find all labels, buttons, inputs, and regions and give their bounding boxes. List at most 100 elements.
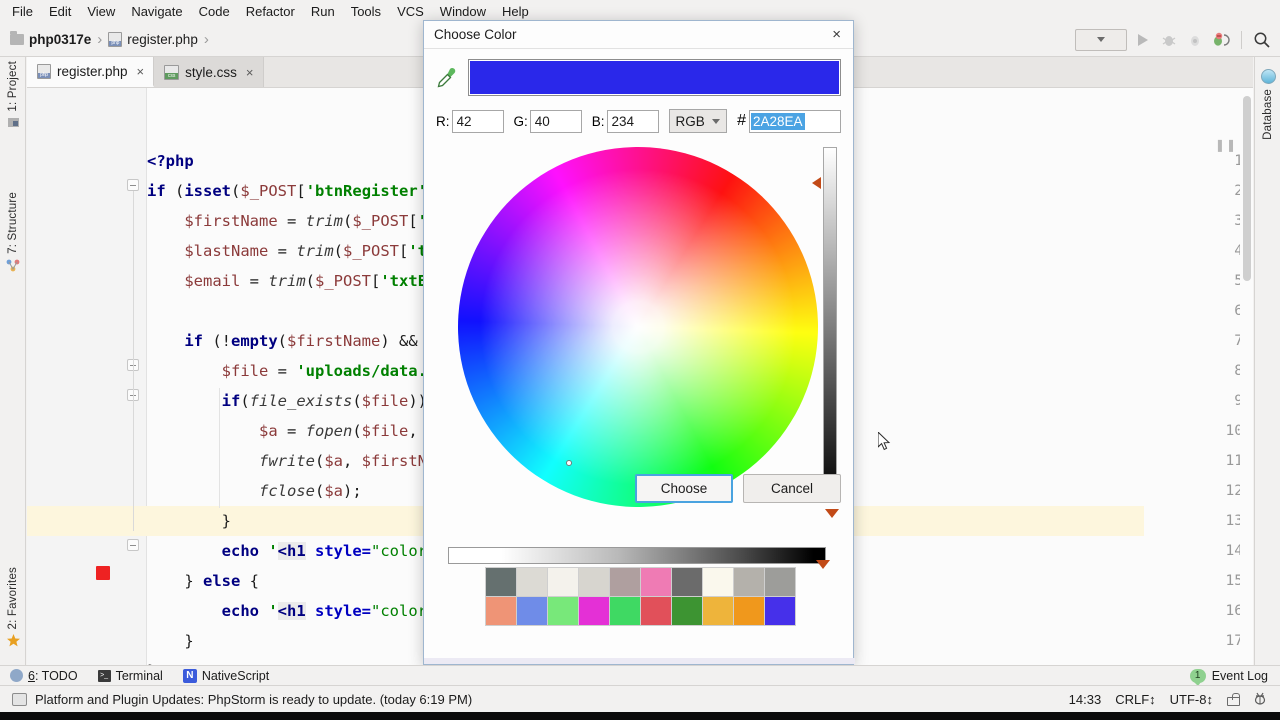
tool-window-todo-label: : TODO xyxy=(34,668,78,683)
status-line-separator[interactable]: CRLF↕ xyxy=(1115,692,1155,707)
color-swatch[interactable] xyxy=(703,568,733,596)
editor-vertical-scrollbar[interactable] xyxy=(1240,88,1253,665)
menu-item-refactor[interactable]: Refactor xyxy=(238,2,303,21)
brightness-slider-knob[interactable] xyxy=(812,177,821,189)
menu-item-code[interactable]: Code xyxy=(191,2,238,21)
menu-item-window[interactable]: Window xyxy=(432,2,494,21)
menu-item-vcs[interactable]: VCS xyxy=(389,2,432,21)
breadcrumb-separator-2: › xyxy=(203,31,209,48)
color-swatch[interactable] xyxy=(517,568,547,596)
red-input[interactable] xyxy=(451,109,504,133)
status-encoding[interactable]: UTF-8↕ xyxy=(1170,692,1213,707)
coverage-icon[interactable] xyxy=(1185,30,1205,50)
menu-item-navigate[interactable]: Navigate xyxy=(123,2,190,21)
color-swatch[interactable] xyxy=(486,568,516,596)
opacity-strip-knob[interactable] xyxy=(816,560,830,569)
menu-item-help[interactable]: Help xyxy=(494,2,537,21)
status-message[interactable]: Platform and Plugin Updates: PhpStorm is… xyxy=(35,692,472,707)
code-line-13: } xyxy=(147,512,231,530)
blue-input[interactable] xyxy=(606,109,659,133)
fold-marker[interactable] xyxy=(127,539,139,551)
color-swatch[interactable] xyxy=(610,568,640,596)
close-icon[interactable]: × xyxy=(246,65,254,80)
eyedropper-icon[interactable] xyxy=(436,66,458,90)
fold-marker[interactable] xyxy=(127,179,139,191)
fold-guide xyxy=(132,191,134,531)
color-wheel-zone[interactable] xyxy=(389,78,887,576)
scrollbar-thumb[interactable] xyxy=(1243,96,1251,281)
color-swatch[interactable] xyxy=(641,597,671,625)
sidebar-item-project[interactable]: 1: Project xyxy=(0,61,26,132)
editor-tab-label: style.css xyxy=(185,64,237,80)
profile-icon[interactable] xyxy=(1211,30,1231,50)
hex-input[interactable]: 2A28EA xyxy=(749,109,841,133)
color-swatch[interactable] xyxy=(610,597,640,625)
search-icon[interactable] xyxy=(1252,30,1272,50)
close-icon[interactable]: × xyxy=(137,64,145,79)
color-swatch[interactable] xyxy=(548,597,578,625)
menu-item-edit[interactable]: Edit xyxy=(41,2,79,21)
code-line-1: <?php xyxy=(147,152,194,170)
brightness-slider[interactable] xyxy=(823,147,837,502)
red-field[interactable]: R: xyxy=(436,109,504,133)
run-configuration-selector[interactable] xyxy=(1075,28,1127,51)
star-icon xyxy=(6,633,21,651)
color-wheel-marker[interactable] xyxy=(566,460,572,466)
menu-item-run[interactable]: Run xyxy=(303,2,343,21)
breadcrumb-file[interactable]: php register.php xyxy=(108,32,198,47)
color-swatch[interactable] xyxy=(548,568,578,596)
color-swatch[interactable] xyxy=(672,568,702,596)
code-line-12: fclose($a); xyxy=(258,482,362,500)
choose-button[interactable]: Choose xyxy=(635,474,733,503)
editor-tab-register-php[interactable]: php register.php × xyxy=(27,57,155,87)
hex-field[interactable]: # 2A28EA xyxy=(737,109,841,133)
green-label: G: xyxy=(513,113,528,129)
menu-item-tools[interactable]: Tools xyxy=(343,2,389,21)
color-swatch[interactable] xyxy=(641,568,671,596)
event-log-button[interactable]: 1 Event Log xyxy=(1189,668,1280,686)
blue-field[interactable]: B: xyxy=(592,109,659,133)
color-swatch[interactable] xyxy=(579,568,609,596)
code-line-9: if(file_exists($file)) { xyxy=(221,392,446,410)
tool-window-nativescript[interactable]: N NativeScript xyxy=(173,668,279,683)
color-mode-select[interactable]: RGB xyxy=(668,109,728,133)
menu-item-view[interactable]: View xyxy=(79,2,123,21)
color-swatch[interactable] xyxy=(517,597,547,625)
green-field[interactable]: G: xyxy=(513,109,582,133)
color-swatch[interactable] xyxy=(672,597,702,625)
debug-icon[interactable] xyxy=(1159,30,1179,50)
color-swatch[interactable] xyxy=(486,597,516,625)
run-icon[interactable] xyxy=(1133,30,1153,50)
tool-window-todo[interactable]: 6: TODO xyxy=(0,669,88,683)
lock-icon[interactable] xyxy=(1227,692,1240,706)
structure-icon xyxy=(6,258,20,275)
close-icon[interactable]: × xyxy=(828,26,845,43)
sidebar-item-favorites[interactable]: 2: Favorites xyxy=(0,567,26,651)
breakpoint-marker[interactable] xyxy=(96,566,110,580)
event-log-badge: 1 xyxy=(1189,668,1206,686)
choose-color-dialog[interactable]: Choose Color × R: G: xyxy=(389,20,887,665)
inspector-icon[interactable] xyxy=(1252,690,1268,709)
editor-tab-style-css[interactable]: css style.css × xyxy=(154,57,264,87)
breadcrumb: php0317e › php register.php › xyxy=(0,31,215,48)
opacity-strip[interactable] xyxy=(448,547,826,564)
color-swatch[interactable] xyxy=(703,597,733,625)
green-input[interactable] xyxy=(529,109,582,133)
brightness-slider-knob-bottom[interactable] xyxy=(825,509,839,518)
tool-window-terminal[interactable]: >_ Terminal xyxy=(88,669,173,683)
color-swatch[interactable] xyxy=(765,568,795,596)
php-file-icon: php xyxy=(108,32,123,47)
color-swatch[interactable] xyxy=(765,597,795,625)
menu-item-file[interactable]: File xyxy=(4,2,41,21)
breadcrumb-project[interactable]: php0317e xyxy=(10,31,91,47)
code-line-17: } xyxy=(147,632,194,650)
phpstorm-window: File Edit View Navigate Code Refactor Ru… xyxy=(0,0,1280,720)
sidebar-item-database[interactable]: Database xyxy=(1255,61,1280,140)
sidebar-item-structure[interactable]: 7: Structure xyxy=(0,192,26,275)
recent-swatches-grid[interactable] xyxy=(485,567,796,626)
color-swatch[interactable] xyxy=(734,568,764,596)
color-swatch[interactable] xyxy=(579,597,609,625)
toolbar-right xyxy=(1075,28,1280,51)
color-swatch[interactable] xyxy=(734,597,764,625)
cancel-button[interactable]: Cancel xyxy=(743,474,841,503)
